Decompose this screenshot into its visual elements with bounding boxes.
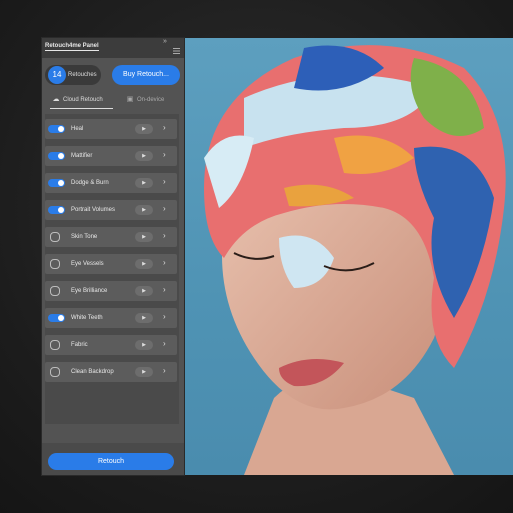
retouch-list: Heal ▶ › Mattifier ▶ › Dodge & Burn ▶ › … (45, 114, 179, 424)
list-item: Eye Brilliance ▶ › (45, 281, 179, 301)
chevron-right-icon[interactable]: › (163, 258, 166, 267)
tab-cloud-retouch[interactable]: ☁ Cloud Retouch (50, 92, 113, 109)
chevron-right-icon[interactable]: › (163, 123, 166, 132)
toggle-switch[interactable] (50, 340, 60, 350)
list-item: Skin Tone ▶ › (45, 227, 179, 247)
chevron-right-icon[interactable]: › (163, 339, 166, 348)
cloud-icon: ☁ (52, 96, 60, 103)
retouch-count: 14 (48, 66, 66, 84)
list-item-label: Heal (71, 126, 84, 132)
tab-cloud-retouch-label: Cloud Retouch (63, 97, 103, 103)
photo-canvas[interactable] (184, 38, 513, 475)
retouch-panel: Retouch4me Panel » 14 Retouches Buy Reto… (42, 38, 184, 475)
list-item-label: Clean Backdrop (71, 369, 114, 375)
play-icon[interactable]: ▶ (135, 313, 153, 323)
list-item: Eye Vessels ▶ › (45, 254, 179, 274)
play-icon[interactable]: ▶ (135, 367, 153, 377)
play-icon[interactable]: ▶ (135, 232, 153, 242)
toggle-switch[interactable] (50, 259, 60, 269)
retouch-count-label: Retouches (68, 72, 97, 78)
list-item: Portrait Volumes ▶ › (45, 200, 179, 220)
list-item: White Teeth ▶ › (45, 308, 179, 328)
portrait-image (204, 45, 506, 475)
panel-header: Retouch4me Panel » (42, 38, 184, 58)
retouch-count-badge: 14 Retouches (45, 65, 101, 85)
chevron-right-icon[interactable]: › (163, 231, 166, 240)
play-icon[interactable]: ▶ (135, 178, 153, 188)
list-item-label: White Teeth (71, 315, 103, 321)
play-icon[interactable]: ▶ (135, 259, 153, 269)
toggle-switch[interactable] (50, 367, 60, 377)
list-item: Heal ▶ › (45, 119, 179, 139)
list-item-label: Eye Brilliance (71, 288, 108, 294)
toggle-switch[interactable] (48, 179, 65, 187)
play-icon[interactable]: ▶ (135, 286, 153, 296)
tab-on-device[interactable]: ▣ On-device (124, 92, 182, 108)
list-item: Fabric ▶ › (45, 335, 179, 355)
panel-footer: Retouch (42, 443, 184, 475)
retouch-button[interactable]: Retouch (48, 453, 174, 470)
chevron-right-icon[interactable]: › (163, 150, 166, 159)
list-item: Mattifier ▶ › (45, 146, 179, 166)
play-icon[interactable]: ▶ (135, 340, 153, 350)
buy-retouch-button[interactable]: Buy Retouch... (112, 65, 180, 85)
collapse-icon[interactable]: » (163, 38, 167, 45)
list-item-label: Eye Vessels (71, 261, 104, 267)
list-item: Clean Backdrop ▶ › (45, 362, 179, 382)
toggle-switch[interactable] (48, 152, 65, 160)
toggle-switch[interactable] (48, 125, 65, 133)
play-icon[interactable]: ▶ (135, 151, 153, 161)
chevron-right-icon[interactable]: › (163, 204, 166, 213)
toggle-switch[interactable] (50, 232, 60, 242)
chevron-right-icon[interactable]: › (163, 285, 166, 294)
play-icon[interactable]: ▶ (135, 205, 153, 215)
toggle-switch[interactable] (48, 206, 65, 214)
list-item-label: Skin Tone (71, 234, 98, 240)
play-icon[interactable]: ▶ (135, 124, 153, 134)
panel-title: Retouch4me Panel (45, 43, 99, 51)
list-item-label: Fabric (71, 342, 88, 348)
mode-tabs: ☁ Cloud Retouch ▣ On-device (42, 92, 184, 110)
monitor-icon: ▣ (126, 96, 134, 103)
chevron-right-icon[interactable]: › (163, 366, 166, 375)
toggle-switch[interactable] (50, 286, 60, 296)
list-item: Dodge & Burn ▶ › (45, 173, 179, 193)
hamburger-menu-icon[interactable] (173, 48, 180, 54)
toggle-switch[interactable] (48, 314, 65, 322)
list-item-label: Mattifier (71, 153, 93, 159)
list-item-label: Portrait Volumes (71, 207, 116, 213)
chevron-right-icon[interactable]: › (163, 312, 166, 321)
list-item-label: Dodge & Burn (71, 180, 109, 186)
chevron-right-icon[interactable]: › (163, 177, 166, 186)
tab-on-device-label: On-device (137, 97, 165, 103)
